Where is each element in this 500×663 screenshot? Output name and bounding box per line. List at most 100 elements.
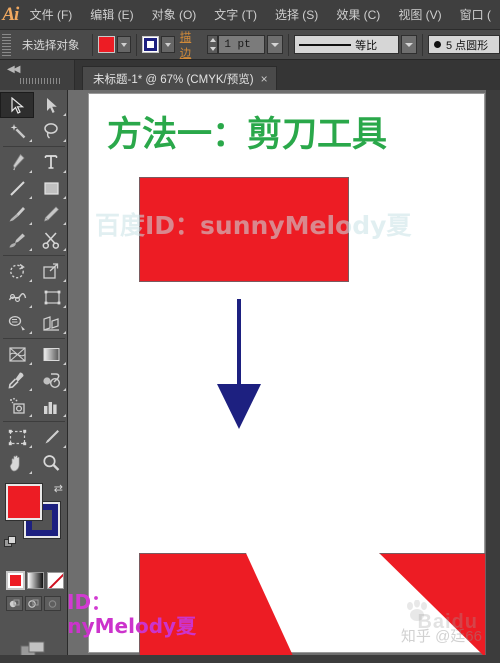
menu-item-type[interactable]: 文字 (T) — [205, 0, 266, 30]
tool-direct-selection[interactable] — [34, 92, 68, 118]
menu-item-select[interactable]: 选择 (S) — [266, 0, 327, 30]
tool-magic-wand[interactable] — [0, 118, 34, 144]
none-mode-button[interactable] — [47, 572, 64, 589]
right-edge-strip — [486, 90, 500, 663]
tool-zoom[interactable] — [34, 450, 68, 476]
divider — [3, 255, 65, 256]
ai-logo-icon: Ai — [2, 3, 19, 25]
control-bar-grip[interactable] — [2, 33, 11, 56]
stroke-dropdown-arrow-icon[interactable] — [160, 36, 175, 53]
variable-width-profile-select[interactable]: 等比 — [294, 35, 400, 54]
stroke-weight-stepper[interactable] — [207, 35, 219, 54]
brush-dot-icon — [433, 41, 441, 48]
divider — [422, 33, 423, 56]
profile-dropdown-icon[interactable] — [401, 35, 417, 54]
document-tab[interactable]: 未标题-1* @ 67% (CMYK/预览) × — [82, 66, 277, 90]
document-tab-label: 未标题-1* @ 67% (CMYK/预览) — [93, 73, 254, 86]
stroke-weight-dropdown-icon[interactable] — [267, 35, 284, 54]
tool-gradient[interactable] — [34, 341, 68, 367]
tool-perspective-grid[interactable] — [34, 310, 68, 336]
tool-paintbrush[interactable] — [0, 201, 34, 227]
panel-collapse-zone[interactable]: ◀◀ — [0, 60, 75, 90]
tools-grid — [0, 90, 68, 476]
tools-panel: ⇄ — [0, 90, 68, 663]
divider — [92, 33, 94, 56]
tool-rotate[interactable] — [0, 258, 34, 284]
selection-status-label: 未选择对象 — [21, 39, 80, 52]
default-fill-stroke-icon[interactable] — [4, 536, 17, 549]
tool-scale[interactable] — [34, 258, 68, 284]
watermark-zhihu-text: 知乎 @廷66 — [400, 628, 482, 645]
watermark-bottom-line1: 百度ID： — [68, 590, 112, 614]
panel-grip[interactable] — [20, 78, 60, 84]
bottom-edge-strip — [0, 655, 500, 663]
draw-inside-button[interactable] — [44, 596, 61, 611]
watermark-bottom-line2: sunnyMelody夏 — [68, 613, 197, 638]
tool-mesh[interactable] — [0, 341, 34, 367]
tool-hand[interactable] — [0, 450, 34, 476]
drawing-mode-row — [0, 589, 67, 611]
tool-rectangle[interactable] — [34, 175, 68, 201]
collapse-arrows-icon[interactable]: ◀◀ — [7, 64, 20, 75]
tool-type[interactable] — [34, 149, 68, 175]
down-arrow-shape[interactable] — [217, 299, 261, 429]
fill-stroke-controls: ⇄ — [0, 480, 68, 566]
tool-line-segment[interactable] — [0, 175, 34, 201]
tool-free-transform[interactable] — [34, 284, 68, 310]
brush-label: 5 点圆形 — [445, 39, 489, 52]
tool-symbol-sprayer[interactable] — [0, 393, 34, 419]
artboard[interactable]: 方法一：剪刀工具 百度ID：sunnyMelody夏 百度ID： sunnyMe… — [68, 93, 486, 658]
stroke-label[interactable]: 描边 — [175, 29, 208, 61]
illustrator-window: Ai 文件 (F) 编辑 (E) 对象 (O) 文字 (T) 选择 (S) 效果… — [0, 0, 500, 663]
color-mode-row — [0, 566, 67, 590]
stepper-down-icon[interactable] — [209, 46, 216, 51]
tool-pen[interactable] — [0, 149, 34, 175]
divider — [288, 33, 290, 56]
draw-normal-button[interactable] — [6, 596, 23, 611]
menu-item-edit[interactable]: 编辑 (E) — [81, 0, 142, 30]
profile-line-icon — [299, 43, 352, 46]
tool-blend[interactable] — [34, 367, 68, 393]
tool-width[interactable] — [0, 284, 34, 310]
tool-lasso[interactable] — [34, 118, 68, 144]
control-bar: 未选择对象 描边 1 pt 等比 5 点圆形 — [0, 30, 500, 60]
gradient-mode-button[interactable] — [27, 572, 44, 589]
tool-eyedropper[interactable] — [0, 367, 34, 393]
divider — [3, 146, 65, 147]
tool-slice[interactable] — [34, 424, 68, 450]
stepper-up-icon[interactable] — [209, 38, 216, 43]
stroke-weight-field[interactable]: 1 pt — [218, 35, 266, 54]
divider — [3, 338, 65, 339]
divider — [3, 421, 65, 422]
watermark-bottom-text: 百度ID： sunnyMelody夏 — [68, 590, 287, 638]
menu-item-window[interactable]: 窗口 ( — [451, 0, 500, 30]
document-tab-bar: ◀◀ 未标题-1* @ 67% (CMYK/预览) × — [0, 60, 500, 90]
menu-item-file[interactable]: 文件 (F) — [21, 0, 82, 30]
color-mode-button[interactable] — [6, 571, 25, 590]
tool-blob-brush[interactable] — [0, 227, 34, 253]
menu-item-object[interactable]: 对象 (O) — [143, 0, 206, 30]
menu-bar: Ai 文件 (F) 编辑 (E) 对象 (O) 文字 (T) 选择 (S) 效果… — [0, 0, 500, 30]
canvas-area[interactable]: 方法一：剪刀工具 百度ID：sunnyMelody夏 百度ID： sunnyMe… — [68, 90, 500, 663]
swap-fill-stroke-icon[interactable]: ⇄ — [54, 482, 63, 495]
menu-item-view[interactable]: 视图 (V) — [389, 0, 450, 30]
menu-item-effect[interactable]: 效果 (C) — [327, 0, 389, 30]
close-icon[interactable]: × — [261, 73, 268, 85]
arrow-shaft — [237, 299, 241, 387]
tool-column-graph[interactable] — [34, 393, 68, 419]
tool-artboard[interactable] — [0, 424, 34, 450]
fill-color-swatch[interactable] — [98, 36, 116, 53]
tool-scissors[interactable] — [34, 227, 68, 253]
fill-dropdown-arrow-icon[interactable] — [117, 36, 132, 53]
tool-pencil[interactable] — [34, 201, 68, 227]
fill-swatch-large[interactable] — [6, 484, 42, 520]
watermark-canvas-text: 百度ID：sunnyMelody夏 — [95, 211, 412, 240]
tool-shape-builder[interactable] — [0, 310, 34, 336]
artboard-title-text[interactable]: 方法一：剪刀工具 — [107, 106, 387, 157]
stroke-color-swatch[interactable] — [142, 36, 159, 53]
draw-behind-button[interactable] — [25, 596, 42, 611]
brush-definition-select[interactable]: 5 点圆形 — [427, 35, 500, 54]
arrow-head — [217, 384, 261, 429]
tool-selection[interactable] — [0, 92, 34, 118]
profile-label: 等比 — [355, 39, 378, 52]
